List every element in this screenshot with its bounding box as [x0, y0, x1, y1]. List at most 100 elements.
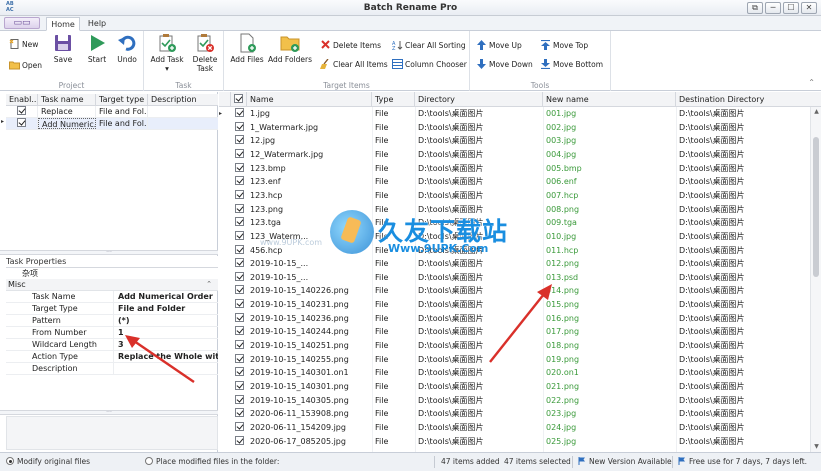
save-button[interactable]: Save: [46, 33, 80, 64]
column-chooser-button[interactable]: Column Chooser: [392, 59, 467, 70]
delete-items-button[interactable]: Delete Items: [320, 40, 381, 51]
row-checkbox[interactable]: [231, 230, 247, 243]
move-down-button[interactable]: Move Down: [476, 59, 533, 70]
file-row[interactable]: 2019-10-15_140226.png File D:\tools\桌面图片 01…: [219, 284, 809, 298]
row-checkbox[interactable]: [231, 134, 247, 147]
row-checkbox[interactable]: [231, 312, 247, 325]
free-use-notice[interactable]: Free use for 7 days, 7 days left.: [678, 453, 807, 471]
row-checkbox[interactable]: [231, 203, 247, 216]
property-row[interactable]: Wildcard Length 3: [6, 339, 218, 351]
row-checkbox[interactable]: [231, 421, 247, 434]
file-row[interactable]: 2020-06-17_085205.jpg File D:\tools\桌面图片 02…: [219, 435, 809, 449]
task-row-selected[interactable]: Add Numeric... File and Fol...: [6, 118, 218, 130]
property-row[interactable]: Target Type File and Folder: [6, 303, 218, 315]
property-row[interactable]: Description: [6, 363, 218, 375]
col-destination[interactable]: Destination Directory: [676, 92, 809, 107]
property-section-misc[interactable]: Misc ⌃: [6, 279, 218, 291]
new-button[interactable]: New: [9, 39, 38, 50]
file-row[interactable]: 2019-10-15_140231.png File D:\tools\桌面图片 01…: [219, 298, 809, 312]
file-row[interactable]: 2019-10-15_140255.png File D:\tools\桌面图片 01…: [219, 353, 809, 367]
row-checkbox[interactable]: [231, 325, 247, 338]
property-value[interactable]: (*): [114, 315, 218, 326]
scroll-down-arrow-icon[interactable]: ▼: [811, 442, 821, 452]
property-row[interactable]: From Number 1: [6, 327, 218, 339]
task-enabled-checkbox[interactable]: [6, 106, 38, 117]
scrollbar-thumb[interactable]: [813, 137, 819, 277]
task-col-enabled[interactable]: Enabl...: [6, 94, 38, 105]
row-checkbox[interactable]: [231, 380, 247, 393]
property-value[interactable]: 1: [114, 327, 218, 338]
row-checkbox[interactable]: [231, 107, 247, 120]
row-checkbox[interactable]: [231, 394, 247, 407]
clear-all-items-button[interactable]: Clear All Items: [320, 59, 388, 70]
property-value[interactable]: [114, 363, 218, 374]
row-checkbox[interactable]: [231, 298, 247, 311]
app-menu-button[interactable]: ▭▭: [4, 17, 40, 29]
property-value[interactable]: Replace the Whole wit...: [114, 351, 218, 362]
clear-all-sorting-button[interactable]: A Z Clear All Sorting: [392, 40, 466, 51]
file-row[interactable]: 2019-10-15_140251.png File D:\tools\桌面图片 01…: [219, 339, 809, 353]
file-row[interactable]: ▸ 1.jpg File D:\tools\桌面图片 001.jpg D:\tools\桌…: [219, 107, 809, 121]
file-row[interactable]: 2020-06-11_153908.png File D:\tools\桌面图片 02…: [219, 407, 809, 421]
add-files-button[interactable]: Add Files: [228, 33, 266, 64]
row-checkbox[interactable]: [231, 366, 247, 379]
file-row[interactable]: 2020-06-11_154209.jpg File D:\tools\桌面图片 02…: [219, 421, 809, 435]
file-row[interactable]: 123.hcp File D:\tools\桌面图片 007.hcp D:\tools\…: [219, 189, 809, 203]
task-col-target[interactable]: Target type: [96, 94, 148, 105]
file-row[interactable]: 2019-10-15_140244.png File D:\tools\桌面图片 01…: [219, 325, 809, 339]
header-select-all-checkbox[interactable]: [231, 92, 247, 107]
row-checkbox[interactable]: [231, 271, 247, 284]
col-new-name[interactable]: New name: [543, 92, 676, 107]
row-checkbox[interactable]: [231, 148, 247, 161]
file-row[interactable]: 12_Watermark.jpg File D:\tools\桌面图片 004.jpg…: [219, 148, 809, 162]
task-enabled-checkbox[interactable]: [6, 118, 38, 129]
row-checkbox[interactable]: [231, 284, 247, 297]
tab-home[interactable]: Home: [46, 17, 80, 31]
file-row[interactable]: 2019-10-15_140301.png File D:\tools\桌面图片 02…: [219, 380, 809, 394]
open-button[interactable]: Open: [9, 60, 42, 71]
file-row[interactable]: 123.bmp File D:\tools\桌面图片 005.bmp D:\tools\…: [219, 162, 809, 176]
collapse-section-icon[interactable]: ⌃: [206, 279, 212, 290]
task-col-description[interactable]: Description: [148, 94, 218, 105]
close-button[interactable]: ✕: [801, 2, 817, 14]
file-row[interactable]: 2019-10-15_140301.on1 File D:\tools\桌面图片 02…: [219, 366, 809, 380]
minimize-button[interactable]: ─: [765, 2, 781, 14]
row-checkbox[interactable]: [231, 216, 247, 229]
scroll-up-arrow-icon[interactable]: ▲: [811, 107, 821, 117]
splitter-handle[interactable]: ···: [0, 410, 218, 416]
task-col-name[interactable]: Task name: [38, 94, 96, 105]
row-checkbox[interactable]: [231, 257, 247, 270]
modify-original-radio[interactable]: Modify original files: [6, 453, 90, 471]
row-checkbox[interactable]: [231, 175, 247, 188]
row-checkbox[interactable]: [231, 339, 247, 352]
property-value[interactable]: File and Folder: [114, 303, 218, 314]
row-checkbox[interactable]: [231, 162, 247, 175]
undo-button[interactable]: Undo: [110, 33, 144, 64]
row-checkbox[interactable]: [231, 189, 247, 202]
file-row[interactable]: 2019-10-15_140305.png File D:\tools\桌面图片 02…: [219, 394, 809, 408]
move-top-button[interactable]: Move Top: [540, 40, 588, 51]
col-directory[interactable]: Directory: [415, 92, 543, 107]
col-name[interactable]: Name: [247, 92, 372, 107]
file-row[interactable]: 12.jpg File D:\tools\桌面图片 003.jpg D:\tools\桌…: [219, 134, 809, 148]
start-button[interactable]: Start: [80, 33, 114, 64]
splitter-handle[interactable]: ···: [0, 250, 218, 256]
row-checkbox[interactable]: [231, 407, 247, 420]
row-checkbox[interactable]: [231, 353, 247, 366]
file-row[interactable]: 123.enf File D:\tools\桌面图片 006.enf D:\tools\…: [219, 175, 809, 189]
collapse-ribbon-icon[interactable]: ⌃: [808, 78, 815, 87]
move-up-button[interactable]: Move Up: [476, 40, 522, 51]
restore-layout-button[interactable]: ⧉: [747, 2, 763, 14]
property-row[interactable]: Task Name Add Numerical Order: [6, 291, 218, 303]
delete-task-button[interactable]: Delete Task: [187, 33, 223, 73]
task-row[interactable]: Replace File and Fol...: [6, 106, 218, 118]
tab-help[interactable]: Help: [82, 17, 112, 31]
property-value[interactable]: 3: [114, 339, 218, 350]
add-task-button[interactable]: Add Task ▾: [149, 33, 185, 73]
property-value[interactable]: Add Numerical Order: [114, 291, 218, 302]
row-checkbox[interactable]: [231, 244, 247, 257]
file-row[interactable]: 2019-10-15_140236.png File D:\tools\桌面图片 01…: [219, 312, 809, 326]
row-checkbox[interactable]: [231, 121, 247, 134]
row-checkbox[interactable]: [231, 435, 247, 448]
place-modified-radio[interactable]: Place modified files in the folder:: [145, 453, 279, 471]
